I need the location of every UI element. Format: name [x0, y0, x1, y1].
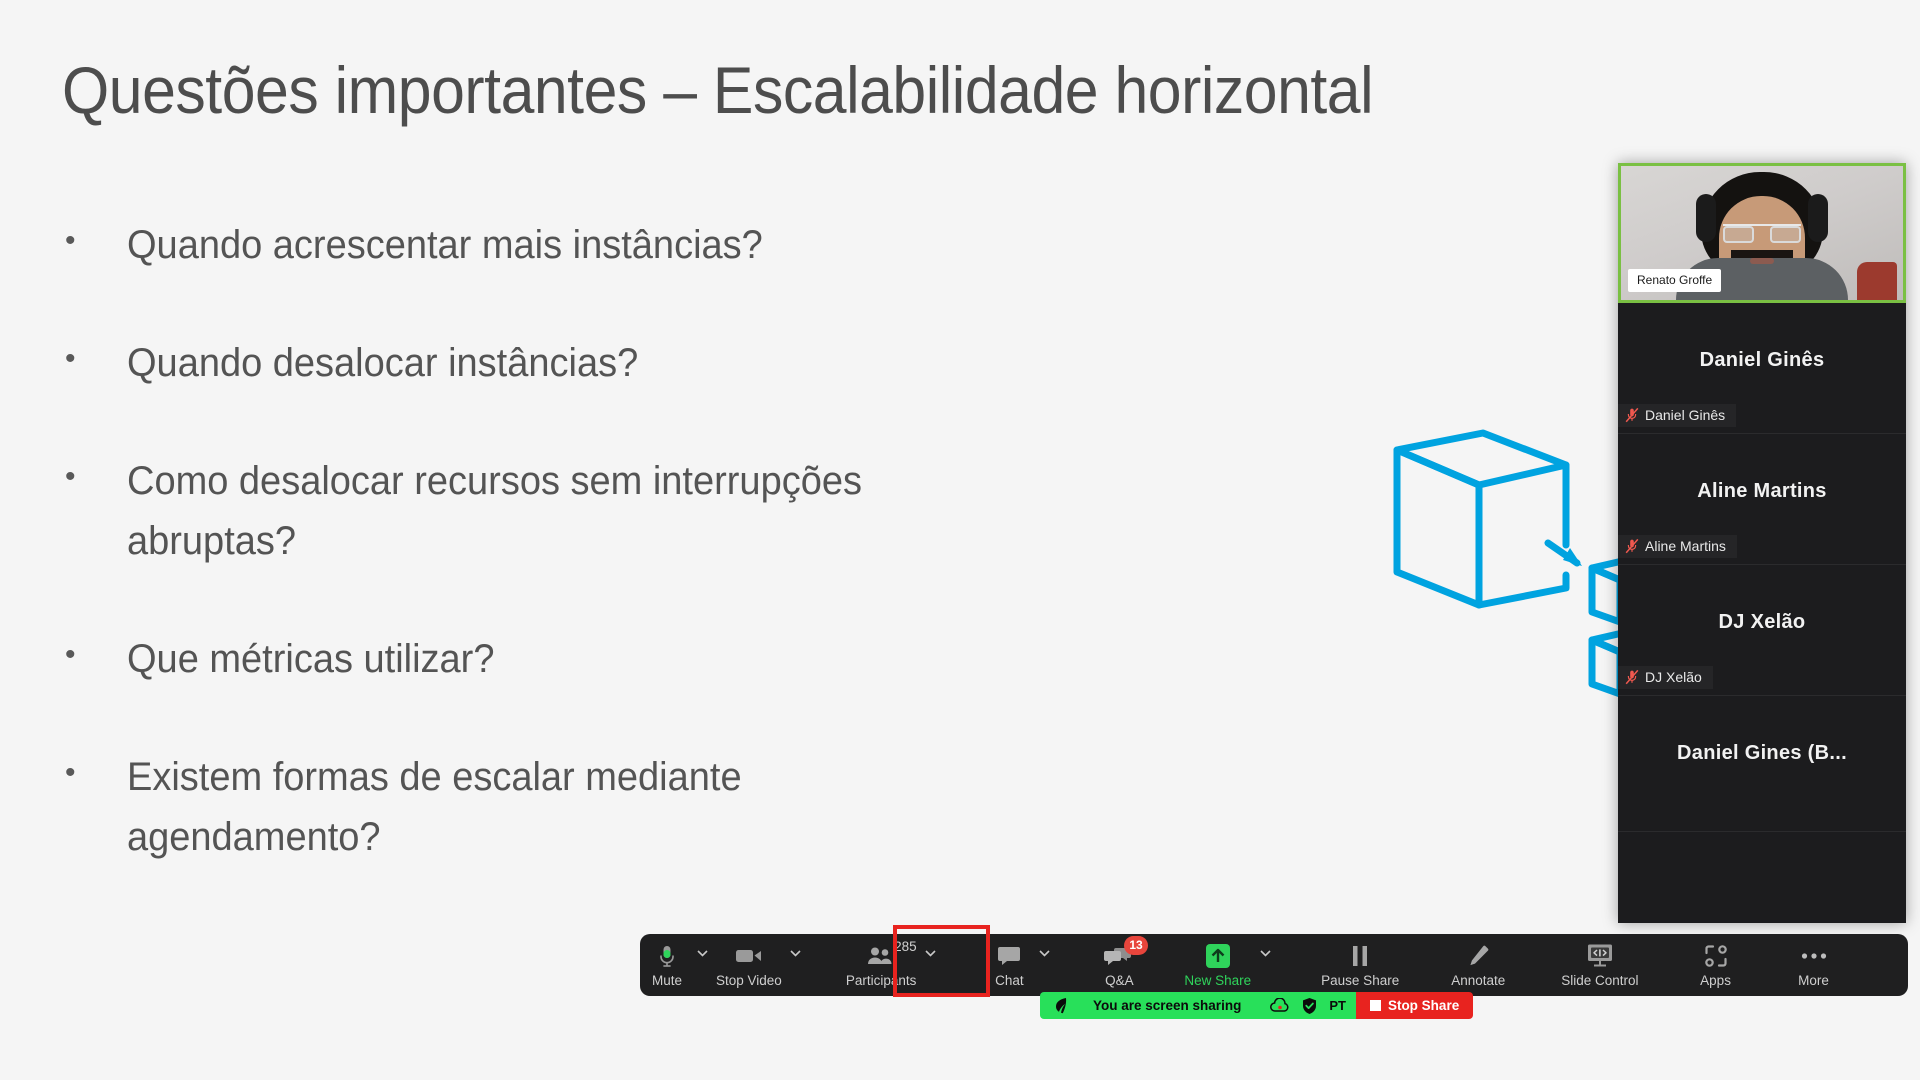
new-share-label: New Share: [1184, 972, 1252, 988]
pencil-icon: [1466, 943, 1490, 969]
participant-name: Aline Martins: [1697, 480, 1827, 502]
pause-share-button[interactable]: Pause Share: [1315, 934, 1405, 996]
participants-icon: 285: [866, 939, 917, 969]
chat-options-chevron-down-icon[interactable]: [1036, 934, 1052, 996]
list-item: • Existem formas de escalar mediante age…: [55, 747, 1235, 867]
mic-off-icon: [1625, 669, 1639, 685]
participants-count: 285: [894, 938, 917, 954]
participants-options-chevron-down-icon[interactable]: [922, 934, 938, 996]
bullet-text: Como desalocar recursos sem interrupções…: [127, 459, 862, 563]
headphone-icon: [1696, 194, 1716, 242]
mute-control-group: Mute: [640, 934, 710, 996]
chat-bubble-icon: [997, 943, 1021, 969]
new-share-button[interactable]: New Share: [1178, 934, 1257, 996]
bullet-text: Quando desalocar instâncias?: [127, 341, 639, 385]
participants-button[interactable]: 285 Participants: [840, 934, 923, 996]
stop-square-icon: [1369, 1000, 1381, 1011]
video-control-group: Stop Video: [710, 934, 804, 996]
list-item: • Que métricas utilizar?: [55, 629, 1235, 689]
share-status-text: You are screen sharing: [1093, 998, 1242, 1013]
headphone-icon: [1808, 194, 1828, 242]
participant-tile[interactable]: Daniel Ginês Daniel Ginês: [1618, 303, 1906, 434]
qa-button[interactable]: 13 Q&A: [1092, 934, 1148, 996]
name-badge: Aline Martins: [1618, 535, 1737, 558]
apps-button[interactable]: Apps: [1689, 934, 1743, 996]
name-badge-label: DJ Xelão: [1645, 669, 1702, 685]
video-camera-icon: [735, 943, 763, 969]
qa-bubbles-icon: 13: [1104, 935, 1148, 969]
page-title: Questões importantes – Escalabilidade ho…: [62, 53, 1374, 127]
stop-share-label: Stop Share: [1387, 998, 1460, 1013]
annotate-label: Annotate: [1451, 972, 1506, 988]
bullet-list: • Quando acrescentar mais instâncias? • …: [55, 215, 1235, 925]
leaf-icon: [1056, 997, 1067, 1013]
zoom-meeting-toolbar: Mute Stop Video 285 Participants Chat 13…: [640, 934, 1908, 996]
share-up-arrow-icon: [1205, 943, 1231, 969]
stop-video-label: Stop Video: [716, 972, 782, 988]
self-video-name-label: Renato Groffe: [1628, 269, 1722, 292]
avatar-mouth: [1750, 258, 1774, 264]
chat-label: Chat: [995, 972, 1024, 988]
pause-icon: [1350, 943, 1370, 969]
video-options-chevron-down-icon[interactable]: [788, 934, 804, 996]
bullet-text: Existem formas de escalar mediante agend…: [127, 755, 742, 859]
name-badge: Daniel Ginês: [1618, 404, 1737, 427]
pause-share-label: Pause Share: [1321, 972, 1400, 988]
slide-control-button[interactable]: Slide Control: [1555, 934, 1644, 996]
horizontal-scaling-cube-icon: [1370, 400, 1620, 700]
qa-badge: 13: [1124, 935, 1148, 955]
more-button[interactable]: More: [1787, 934, 1841, 996]
participant-name: DJ Xelão: [1718, 611, 1806, 633]
chair-shape: [1857, 262, 1897, 300]
participant-name: Daniel Ginês: [1699, 349, 1825, 371]
participant-video-panel: Renato Groffe Daniel Ginês Daniel Ginês …: [1618, 163, 1906, 923]
name-badge-label: Aline Martins: [1645, 538, 1726, 554]
more-dots-icon: [1801, 943, 1827, 969]
mic-off-icon: [1625, 538, 1639, 554]
new-share-control-group: New Share: [1178, 934, 1273, 996]
slide-control-monitor-icon: [1586, 943, 1614, 969]
name-badge-label: Daniel Ginês: [1645, 407, 1726, 423]
mute-label: Mute: [651, 972, 682, 988]
mic-off-icon: [1625, 407, 1639, 423]
cloud-record-icon: [1270, 997, 1289, 1012]
screen-sharing-status-bar: You are screen sharing PT Stop Share: [1040, 992, 1474, 1019]
list-item: • Como desalocar recursos sem interrupçõ…: [55, 451, 1235, 571]
list-item: • Quando acrescentar mais instâncias?: [55, 215, 1235, 275]
participant-name: Daniel Gines (B...: [1677, 742, 1847, 764]
new-share-options-chevron-down-icon[interactable]: [1257, 934, 1273, 996]
apps-label: Apps: [1700, 972, 1731, 988]
name-badge: DJ Xelão: [1618, 666, 1713, 689]
stop-share-button[interactable]: Stop Share: [1355, 992, 1474, 1019]
bullet-text: Quando acrescentar mais instâncias?: [127, 223, 763, 267]
chat-button[interactable]: Chat: [982, 934, 1036, 996]
participants-control-group: 285 Participants: [840, 934, 939, 996]
microphone-icon: [658, 943, 676, 969]
participants-label: Participants: [845, 972, 917, 988]
share-status-section: You are screen sharing PT: [1040, 992, 1356, 1019]
mute-options-chevron-down-icon[interactable]: [694, 934, 710, 996]
bullet-marker-icon: •: [65, 638, 76, 671]
more-label: More: [1798, 972, 1829, 988]
language-label: PT: [1329, 998, 1346, 1013]
shield-icon: [1303, 997, 1317, 1014]
bullet-marker-icon: •: [65, 756, 76, 789]
bullet-marker-icon: •: [65, 224, 76, 257]
chat-control-group: Chat: [982, 934, 1052, 996]
qa-label: Q&A: [1105, 972, 1134, 988]
participant-tile[interactable]: Daniel Gines (B...: [1618, 696, 1906, 832]
participant-tile[interactable]: Aline Martins Aline Martins: [1618, 434, 1906, 565]
mute-button[interactable]: Mute: [640, 934, 694, 996]
list-item: • Quando desalocar instâncias?: [55, 333, 1235, 393]
bullet-marker-icon: •: [65, 342, 76, 375]
self-video-tile[interactable]: Renato Groffe: [1618, 163, 1906, 303]
slide-control-label: Slide Control: [1561, 972, 1639, 988]
bullet-text: Que métricas utilizar?: [127, 637, 495, 681]
annotate-button[interactable]: Annotate: [1445, 934, 1511, 996]
bullet-marker-icon: •: [65, 460, 76, 493]
stop-video-button[interactable]: Stop Video: [710, 934, 788, 996]
participant-tile[interactable]: DJ Xelão DJ Xelão: [1618, 565, 1906, 696]
glasses-icon: [1723, 224, 1801, 243]
apps-icon: [1704, 943, 1728, 969]
